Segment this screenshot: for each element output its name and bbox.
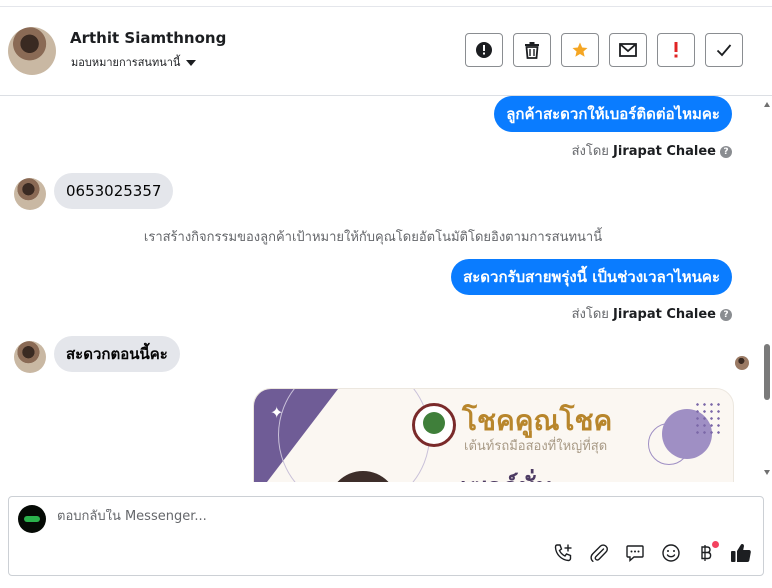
incoming-message[interactable]: 0653025357	[54, 173, 174, 209]
emoji-button[interactable]	[659, 541, 683, 565]
sender-name: Jirapat Chalee	[613, 307, 716, 322]
saved-replies-icon	[626, 545, 644, 563]
paperclip-icon	[590, 544, 608, 562]
reply-composer	[8, 496, 764, 576]
sparkle-icon: ✦	[270, 403, 284, 422]
notification-dot	[712, 541, 719, 548]
sent-by-prefix: ส่งโดย	[571, 307, 609, 322]
promo-arc	[278, 389, 430, 482]
contact-avatar-small	[14, 178, 46, 210]
mark-done-button[interactable]	[705, 33, 743, 67]
star-icon	[572, 42, 588, 57]
promo-big-text: เซลล์มั่น	[460, 467, 553, 482]
follow-up-button[interactable]	[657, 33, 695, 67]
phone-plus-icon	[554, 544, 572, 562]
attach-button[interactable]	[587, 541, 611, 565]
emoji-icon	[662, 544, 680, 562]
contact-avatar[interactable]	[8, 27, 56, 75]
contact-avatar-small	[14, 341, 46, 373]
conversation-header: Arthit Siamthnong มอบหมายการสนทนานี้	[0, 7, 772, 96]
sent-by-prefix: ส่งโดย	[571, 144, 609, 159]
sent-by-label: ส่งโดย Jirapat Chalee?	[572, 140, 732, 161]
envelope-icon	[619, 43, 637, 57]
call-button[interactable]	[551, 541, 575, 565]
sent-by-label: ส่งโดย Jirapat Chalee?	[572, 303, 732, 324]
chevron-down-icon	[186, 60, 197, 66]
spam-icon	[476, 42, 492, 58]
scrollbar-thumb[interactable]	[764, 344, 770, 400]
contact-name[interactable]: Arthit Siamthnong	[70, 29, 226, 47]
reply-input[interactable]	[57, 509, 657, 524]
message-thread[interactable]: ลูกค้าสะดวกให้เบอร์ติดต่อไหมคะ ส่งโดย Ji…	[0, 96, 762, 482]
brand-logo	[412, 403, 456, 447]
seen-indicator-avatar	[735, 356, 749, 370]
help-icon[interactable]: ?	[720, 146, 732, 158]
assign-label: มอบหมายการสนทนานี้	[71, 56, 181, 69]
done-icon	[716, 44, 732, 57]
mark-unread-button[interactable]	[609, 33, 647, 67]
incoming-message[interactable]: สะดวกตอนนี้คะ	[54, 336, 180, 372]
saved-replies-button[interactable]	[623, 541, 647, 565]
scroll-up-arrow-icon[interactable]	[764, 102, 770, 107]
trash-icon	[525, 42, 539, 59]
thread-scrollbar[interactable]	[762, 96, 772, 482]
follow-up-icon	[674, 42, 678, 58]
sender-name: Jirapat Chalee	[613, 144, 716, 159]
mark-spam-button[interactable]	[465, 33, 503, 67]
promo-subtitle: เต้นท์รถมือสองที่ใหญ่ที่สุด	[464, 439, 608, 454]
delete-button[interactable]	[513, 33, 551, 67]
help-icon[interactable]: ?	[720, 309, 732, 321]
outgoing-message[interactable]: สะดวกรับสายพรุ่งนี้ เป็นช่วงเวลาไหนคะ	[451, 259, 732, 295]
outgoing-message[interactable]: ลูกค้าสะดวกให้เบอร์ติดต่อไหมคะ	[494, 96, 732, 132]
scroll-down-arrow-icon[interactable]	[764, 470, 770, 475]
page-avatar	[18, 505, 46, 533]
like-button[interactable]	[729, 541, 753, 565]
star-button[interactable]	[561, 33, 599, 67]
system-notice: เราสร้างกิจกรรมของลูกค้าเป้าหมายให้กับคุ…	[143, 230, 603, 245]
promo-decor-dots	[694, 401, 720, 437]
payment-button[interactable]	[695, 541, 719, 565]
promo-image-card[interactable]: ✦ โชคคูณโชค เต้นท์รถมือสองที่ใหญ่ที่สุด …	[253, 388, 734, 482]
assign-conversation-dropdown[interactable]: มอบหมายการสนทนานี้	[71, 53, 197, 71]
thumbs-up-icon	[731, 544, 751, 562]
